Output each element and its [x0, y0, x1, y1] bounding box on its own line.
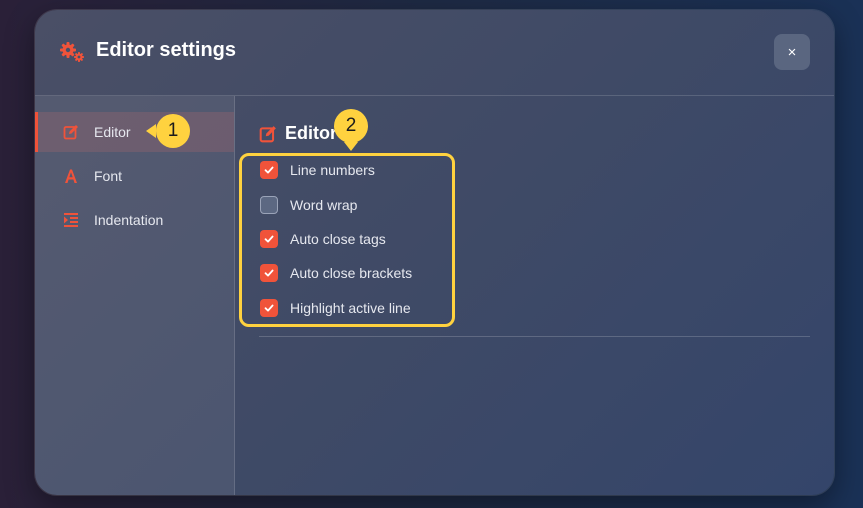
check-icon: [264, 269, 274, 277]
sidebar-item-label: Indentation: [94, 212, 164, 228]
section-title: Editor: [285, 123, 337, 143]
option-label: Word wrap: [290, 197, 358, 213]
section-divider: [259, 336, 810, 337]
dialog-title: Editor settings: [96, 39, 237, 61]
sidebar-item-label: Font: [94, 168, 123, 184]
checkbox-checked[interactable]: [260, 230, 278, 248]
badge-pointer: [146, 124, 156, 138]
sidebar-item-font[interactable]: Font: [35, 156, 234, 196]
edit-icon: [63, 125, 78, 140]
annotation-badge-1: 1: [156, 114, 190, 148]
dialog-header: Editor settings ×: [35, 10, 834, 96]
option-label: Auto close tags: [290, 231, 386, 247]
sidebar-item-label: Editor: [94, 124, 131, 140]
option-label: Line numbers: [290, 162, 375, 178]
edit-icon: [259, 126, 276, 143]
sidebar-item-editor[interactable]: Editor: [35, 112, 234, 152]
settings-sidebar: Editor Font Indentation: [35, 96, 235, 495]
option-label: Highlight active line: [290, 300, 411, 316]
sidebar-item-indentation[interactable]: Indentation: [35, 200, 234, 240]
option-label: Auto close brackets: [290, 265, 413, 281]
checkbox-checked[interactable]: [260, 264, 278, 282]
check-icon: [264, 166, 274, 174]
indent-icon: [64, 213, 78, 227]
settings-dialog: Editor settings × Editor Font Indentatio…: [35, 10, 834, 495]
check-icon: [264, 235, 274, 243]
font-icon: [65, 169, 77, 183]
checkbox-checked[interactable]: [260, 161, 278, 179]
gears-icon: [60, 42, 84, 62]
checkbox-unchecked[interactable]: [260, 196, 278, 214]
checkbox-checked[interactable]: [260, 299, 278, 317]
close-button[interactable]: ×: [774, 34, 810, 70]
annotation-badge-2: 2: [334, 109, 368, 143]
close-icon: ×: [787, 43, 797, 61]
check-icon: [264, 304, 274, 312]
badge-pointer: [344, 142, 358, 151]
